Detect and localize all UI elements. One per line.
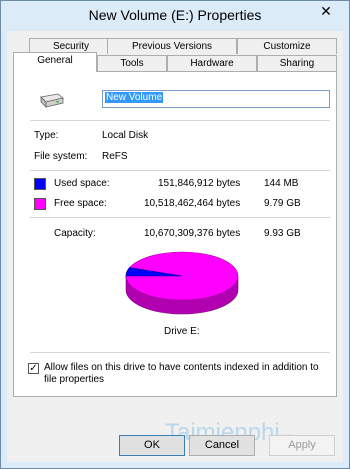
cancel-button[interactable]: Cancel [189, 435, 255, 456]
file-system-label: File system: [34, 151, 88, 162]
tab-sharing[interactable]: Sharing [257, 55, 337, 71]
index-checkbox[interactable]: ✓ [28, 363, 39, 374]
type-value: Local Disk [102, 130, 149, 141]
capacity-size: 9.93 GB [264, 228, 301, 239]
close-icon[interactable]: ✕ [311, 1, 341, 21]
used-space-size: 144 MB [264, 178, 299, 189]
volume-name-value: New Volume [105, 92, 164, 103]
separator [30, 217, 330, 218]
tab-tools[interactable]: Tools [97, 55, 167, 71]
file-system-value: ReFS [102, 151, 128, 162]
apply-button[interactable]: Apply [269, 435, 335, 456]
dialog-client: Security Previous Versions Customize Gen… [7, 31, 343, 462]
hard-drive-icon [40, 93, 64, 108]
used-space-swatch [34, 178, 46, 190]
window-title: New Volume (E:) Properties [88, 7, 262, 23]
tab-customize[interactable]: Customize [237, 38, 337, 54]
volume-name-input[interactable]: New Volume [102, 90, 330, 108]
tab-previous-versions[interactable]: Previous Versions [107, 38, 237, 54]
ok-button[interactable]: OK [119, 435, 185, 456]
disk-usage-pie [125, 251, 239, 315]
separator [30, 120, 330, 121]
tab-general[interactable]: General [13, 52, 97, 72]
general-panel: New Volume Type: Local Disk File system:… [13, 71, 337, 397]
free-space-bytes: 10,518,462,464 bytes [144, 198, 241, 209]
separator [30, 352, 330, 353]
tab-hardware[interactable]: Hardware [167, 55, 257, 71]
used-space-bytes: 151,846,912 bytes [158, 178, 241, 189]
capacity-bytes: 10,670,309,376 bytes [144, 228, 241, 239]
separator [30, 170, 330, 171]
type-label: Type: [34, 130, 59, 141]
free-space-swatch [34, 198, 46, 210]
free-space-label: Free space: [54, 198, 107, 209]
free-space-size: 9.79 GB [264, 198, 301, 209]
capacity-label: Capacity: [54, 228, 96, 239]
title-bar: New Volume (E:) Properties ✕ [1, 1, 349, 31]
used-space-label: Used space: [54, 178, 110, 189]
index-checkbox-label: Allow files on this drive to have conten… [44, 362, 319, 385]
properties-window: New Volume (E:) Properties ✕ Security Pr… [0, 0, 350, 469]
drive-label: Drive E: [164, 326, 200, 337]
